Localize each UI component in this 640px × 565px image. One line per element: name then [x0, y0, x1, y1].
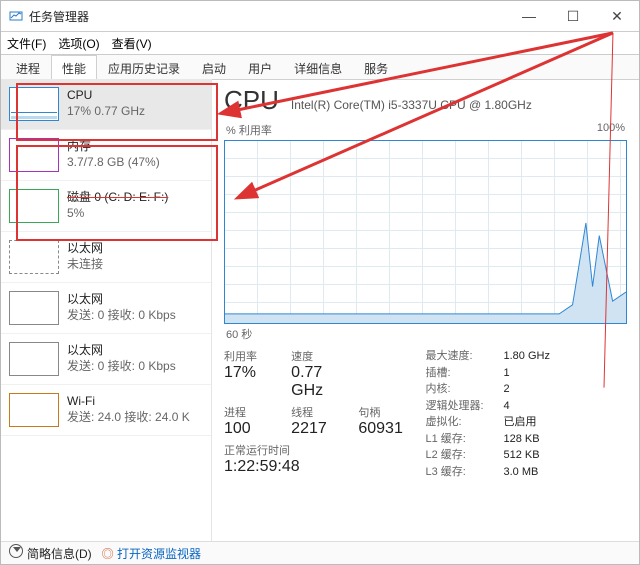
tab-app-history[interactable]: 应用历史记录 [97, 55, 191, 80]
main-panel: CPU Intel(R) Core(TM) i5-3337U CPU @ 1.8… [212, 79, 639, 542]
stat-value: 100 [224, 420, 291, 438]
window-title: 任务管理器 [29, 8, 507, 25]
stat-value: 0.77 GHz [291, 364, 358, 400]
sidebar-item-sub: 发送: 24.0 接收: 24.0 K [67, 410, 190, 426]
cpu-thumbnail-icon [9, 87, 59, 121]
sidebar-item-label: 内存 [67, 139, 160, 155]
sidebar-item-sub: 发送: 0 接收: 0 Kbps [67, 308, 176, 324]
stat-label: 进程 [224, 404, 291, 420]
cpu-chart-svg [225, 141, 626, 323]
cpu-model: Intel(R) Core(TM) i5-3337U CPU @ 1.80GHz [291, 98, 532, 112]
window-buttons: — ☐ ✕ [507, 1, 639, 31]
close-button[interactable]: ✕ [595, 1, 639, 31]
wifi-thumbnail-icon [9, 393, 59, 427]
open-resmon-link[interactable]: ◎ 打开资源监视器 [102, 545, 201, 562]
kv-val: 1 [504, 365, 510, 382]
kv-val: 2 [504, 381, 510, 398]
kv-key: L1 缓存: [426, 431, 504, 448]
menu-view[interactable]: 查看(V) [112, 35, 152, 52]
chart-axis-label: % 利用率 [226, 122, 272, 138]
tab-details[interactable]: 详细信息 [283, 55, 353, 80]
maximize-button[interactable]: ☐ [551, 1, 595, 31]
sidebar-item-label: 磁盘 0 (C: D: E: F:) [67, 190, 168, 206]
kv-key: L3 缓存: [426, 464, 504, 481]
stat-label: 句柄 [358, 404, 425, 420]
tabbar: 进程 性能 应用历史记录 启动 用户 详细信息 服务 [1, 55, 639, 80]
kv-val: 512 KB [504, 447, 540, 464]
chart-axis-max: 100% [597, 122, 625, 138]
titlebar: 任务管理器 — ☐ ✕ [1, 1, 639, 32]
memory-thumbnail-icon [9, 138, 59, 172]
minimize-button[interactable]: — [507, 1, 551, 31]
menu-file[interactable]: 文件(F) [7, 35, 46, 52]
chevron-down-icon [9, 544, 23, 558]
kv-key: L2 缓存: [426, 447, 504, 464]
sidebar-item-memory[interactable]: 内存 3.7/7.8 GB (47%) [1, 130, 211, 181]
sidebar-item-sub: 17% 0.77 GHz [67, 104, 145, 120]
kv-val: 4 [504, 398, 510, 415]
sidebar: CPU 17% 0.77 GHz 内存 3.7/7.8 GB (47%) 磁盘 … [1, 79, 212, 542]
sidebar-item-sub: 3.7/7.8 GB (47%) [67, 155, 160, 171]
sidebar-item-ethernet-3[interactable]: 以太网 发送: 0 接收: 0 Kbps [1, 334, 211, 385]
kv-val: 3.0 MB [504, 464, 539, 481]
stat-label: 正常运行时间 [224, 442, 426, 458]
sidebar-item-label: Wi-Fi [67, 394, 190, 410]
page-title: CPU [224, 85, 279, 116]
sidebar-item-sub: 5% [67, 206, 168, 222]
chart-x-label: 60 秒 [226, 326, 627, 342]
kv-val: 已启用 [504, 414, 537, 431]
sidebar-item-ethernet-1[interactable]: 以太网 未连接 [1, 232, 211, 283]
kv-val: 1.80 GHz [504, 348, 550, 365]
sidebar-item-disk[interactable]: 磁盘 0 (C: D: E: F:) 5% [1, 181, 211, 232]
sidebar-item-wifi[interactable]: Wi-Fi 发送: 24.0 接收: 24.0 K [1, 385, 211, 436]
disk-thumbnail-icon [9, 189, 59, 223]
sidebar-item-label: CPU [67, 88, 145, 104]
menu-options[interactable]: 选项(O) [58, 35, 99, 52]
sidebar-item-sub: 发送: 0 接收: 0 Kbps [67, 359, 176, 375]
kv-key: 最大速度: [426, 348, 504, 365]
stat-value: 60931 [358, 420, 425, 438]
stat-label: 利用率 [224, 348, 291, 364]
kv-val: 128 KB [504, 431, 540, 448]
ethernet-thumbnail-icon [9, 342, 59, 376]
kv-key: 逻辑处理器: [426, 398, 504, 415]
app-icon [9, 9, 23, 23]
tab-services[interactable]: 服务 [353, 55, 399, 80]
sidebar-item-label: 以太网 [67, 292, 176, 308]
kv-key: 插槽: [426, 365, 504, 382]
sidebar-item-label: 以太网 [67, 343, 176, 359]
cpu-usage-chart [224, 140, 627, 324]
body: CPU 17% 0.77 GHz 内存 3.7/7.8 GB (47%) 磁盘 … [1, 79, 639, 542]
sidebar-item-ethernet-2[interactable]: 以太网 发送: 0 接收: 0 Kbps [1, 283, 211, 334]
sidebar-item-cpu[interactable]: CPU 17% 0.77 GHz [1, 79, 211, 130]
stat-label: 线程 [291, 404, 358, 420]
less-details-button[interactable]: 简略信息(D) [9, 544, 92, 562]
ethernet-thumbnail-icon [9, 240, 59, 274]
tab-startup[interactable]: 启动 [191, 55, 237, 80]
tab-performance[interactable]: 性能 [51, 55, 97, 80]
sidebar-item-sub: 未连接 [67, 257, 103, 273]
stat-label: 速度 [291, 348, 358, 364]
tab-processes[interactable]: 进程 [5, 55, 51, 80]
kv-key: 内核: [426, 381, 504, 398]
kv-key: 虚拟化: [426, 414, 504, 431]
ethernet-thumbnail-icon [9, 291, 59, 325]
task-manager-window: 任务管理器 — ☐ ✕ 文件(F) 选项(O) 查看(V) 进程 性能 应用历史… [0, 0, 640, 565]
footer: 简略信息(D) ◎ 打开资源监视器 [1, 541, 639, 564]
sidebar-item-label: 以太网 [67, 241, 103, 257]
stat-value: 17% [224, 364, 291, 382]
tab-users[interactable]: 用户 [237, 55, 283, 80]
stat-value: 2217 [291, 420, 358, 438]
menubar: 文件(F) 选项(O) 查看(V) [1, 32, 639, 55]
uptime-value: 1:22:59:48 [224, 458, 426, 476]
resmon-icon: ◎ [102, 547, 114, 561]
